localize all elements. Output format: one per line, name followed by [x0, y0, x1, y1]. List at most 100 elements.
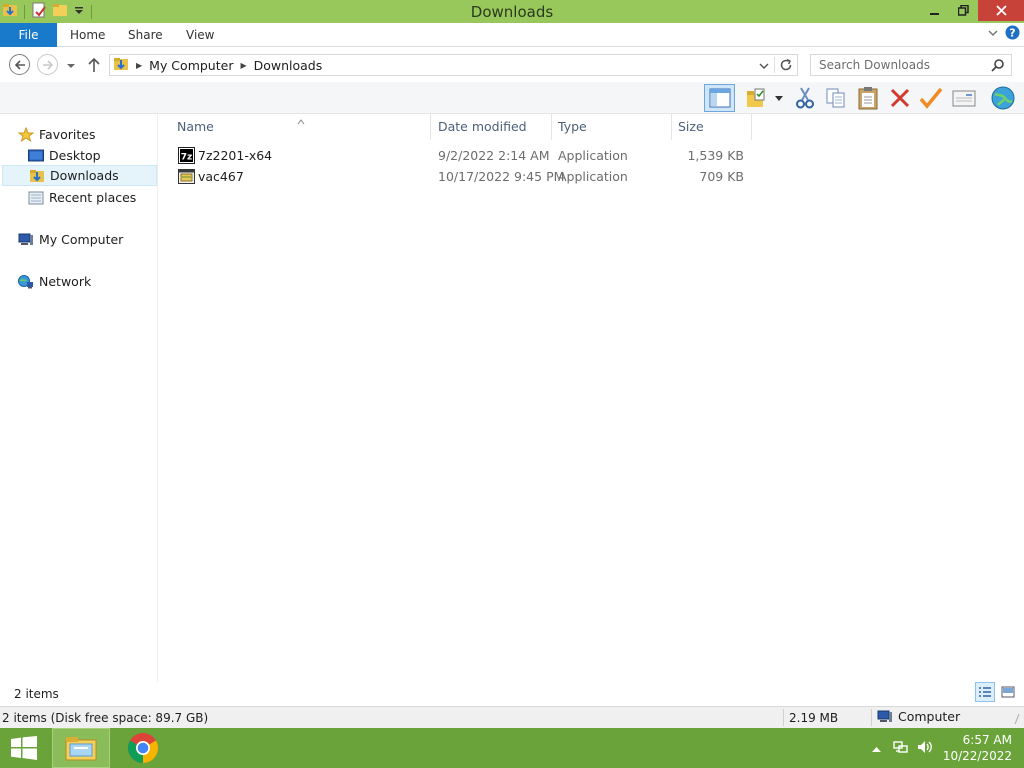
nav-network-label: Network	[39, 274, 92, 289]
paste-icon	[858, 87, 878, 110]
file-name: vac467	[198, 169, 244, 184]
address-bar[interactable]: ▶ My Computer ▶ Downloads	[109, 54, 798, 76]
nav-favorites[interactable]: Favorites	[18, 124, 95, 145]
checkout-folder-button[interactable]	[744, 86, 770, 110]
tab-view[interactable]: View	[186, 23, 214, 47]
column-header-type[interactable]: Type	[552, 114, 672, 140]
restore-button[interactable]	[949, 0, 978, 21]
nav-downloads-label: Downloads	[50, 168, 119, 183]
start-button[interactable]	[0, 728, 48, 768]
file-size: 709 KB	[699, 169, 744, 184]
taskbar-file-explorer[interactable]	[52, 728, 110, 768]
expand-ribbon-button[interactable]	[987, 27, 999, 42]
breadcrumb-downloads[interactable]: Downloads	[254, 58, 323, 73]
column-header-size[interactable]: Size	[672, 114, 752, 140]
up-button[interactable]	[87, 57, 101, 76]
file-explorer-icon	[65, 737, 97, 761]
large-icons-view-icon	[1001, 686, 1015, 698]
address-history-button[interactable]	[759, 60, 769, 74]
application-icon	[178, 168, 195, 188]
tab-home[interactable]: Home	[70, 23, 105, 47]
rename-button[interactable]	[918, 86, 944, 110]
network-tray-icon[interactable]	[893, 739, 909, 758]
address-divider	[774, 57, 775, 73]
forward-button[interactable]	[37, 54, 58, 75]
address-row: ▶ My Computer ▶ Downloads	[0, 48, 1024, 82]
breadcrumb-my-computer[interactable]: My Computer	[149, 58, 233, 73]
back-button[interactable]	[9, 54, 30, 75]
minimize-icon	[929, 12, 939, 15]
recent-locations-button[interactable]	[66, 60, 76, 74]
breadcrumb-separator-icon[interactable]: ▶	[240, 61, 246, 70]
status-divider	[871, 709, 872, 726]
large-icons-view-button[interactable]	[998, 682, 1018, 702]
navigation-pane: Favorites Desktop Downloads Recent place…	[0, 114, 158, 682]
file-date-modified: 9/2/2022 2:14 AM	[438, 148, 550, 163]
nav-favorites-label: Favorites	[39, 127, 96, 142]
nav-downloads[interactable]: Downloads	[2, 165, 157, 186]
file-type: Application	[558, 169, 628, 184]
toolbar	[0, 82, 1024, 114]
delete-button[interactable]	[887, 86, 913, 110]
taskbar-chrome[interactable]	[114, 728, 172, 768]
delete-x-icon	[890, 88, 910, 108]
nav-network[interactable]: Network	[18, 271, 91, 292]
refresh-button[interactable]	[779, 58, 793, 75]
close-button[interactable]	[978, 0, 1024, 21]
desktop-icon	[28, 148, 44, 164]
breadcrumb-separator-icon[interactable]: ▶	[136, 61, 142, 70]
tab-share[interactable]: Share	[128, 23, 163, 47]
file-row[interactable]: vac467 10/17/2022 9:45 PM Application 70…	[169, 166, 755, 187]
properties-button[interactable]	[951, 86, 977, 110]
status-summary: 2 items (Disk free space: 89.7 GB)	[2, 711, 209, 725]
show-hidden-icons-button[interactable]	[871, 741, 881, 755]
status-location: Computer	[877, 709, 960, 724]
details-view-button[interactable]	[975, 682, 995, 702]
view-switcher	[975, 682, 1018, 702]
file-size: 1,539 KB	[687, 148, 744, 163]
column-header-date-modified[interactable]: Date modified	[432, 114, 552, 140]
nav-recent-places[interactable]: Recent places	[28, 187, 136, 208]
scissors-icon	[796, 87, 814, 109]
copy-button[interactable]	[823, 86, 849, 110]
paste-button[interactable]	[855, 86, 881, 110]
item-count: 2 items	[14, 687, 59, 701]
clock[interactable]: 6:57 AM 10/22/2022	[943, 732, 1012, 764]
column-header-name[interactable]: Name	[171, 114, 431, 140]
minimize-button[interactable]	[920, 0, 949, 21]
search-input[interactable]	[819, 55, 989, 75]
copy-icon	[826, 88, 845, 108]
arrow-up-icon	[88, 57, 100, 72]
title-bar: Downloads	[0, 0, 1024, 23]
file-name: 7z2201-x64	[198, 148, 273, 163]
internet-button[interactable]	[988, 86, 1018, 110]
preview-pane-icon	[709, 88, 730, 108]
nav-recent-places-label: Recent places	[49, 190, 137, 205]
resize-grip-icon[interactable]	[1014, 713, 1020, 728]
checkmark-icon	[919, 87, 943, 109]
volume-icon[interactable]	[917, 739, 933, 758]
file-row[interactable]: 7z 7z2201-x64 9/2/2022 2:14 AM Applicati…	[169, 145, 755, 166]
clock-date: 10/22/2022	[942, 749, 1012, 763]
svg-text:7z: 7z	[181, 153, 193, 163]
windows-logo-icon	[11, 736, 37, 760]
tab-file[interactable]: File	[0, 23, 57, 47]
help-icon: ?	[1005, 25, 1020, 40]
downloads-folder-icon	[113, 56, 131, 75]
search-box[interactable]	[810, 54, 1012, 76]
nav-my-computer[interactable]: My Computer	[18, 229, 123, 250]
close-icon	[995, 5, 1007, 16]
restore-icon	[958, 5, 969, 16]
star-icon	[18, 126, 34, 143]
network-icon	[18, 274, 34, 290]
nav-desktop[interactable]: Desktop	[28, 145, 101, 166]
search-icon[interactable]	[991, 58, 1005, 75]
arrow-left-icon	[14, 59, 25, 70]
folder-options-dropdown[interactable]	[772, 86, 786, 110]
chevron-down-icon	[988, 29, 998, 36]
cut-button[interactable]	[792, 86, 818, 110]
file-list-pane: Name Date modified Type Size 7z 7z2201-x…	[159, 114, 1024, 682]
help-button[interactable]: ?	[1005, 25, 1020, 43]
preview-pane-button[interactable]	[704, 84, 735, 112]
status-location-label: Computer	[898, 709, 961, 724]
